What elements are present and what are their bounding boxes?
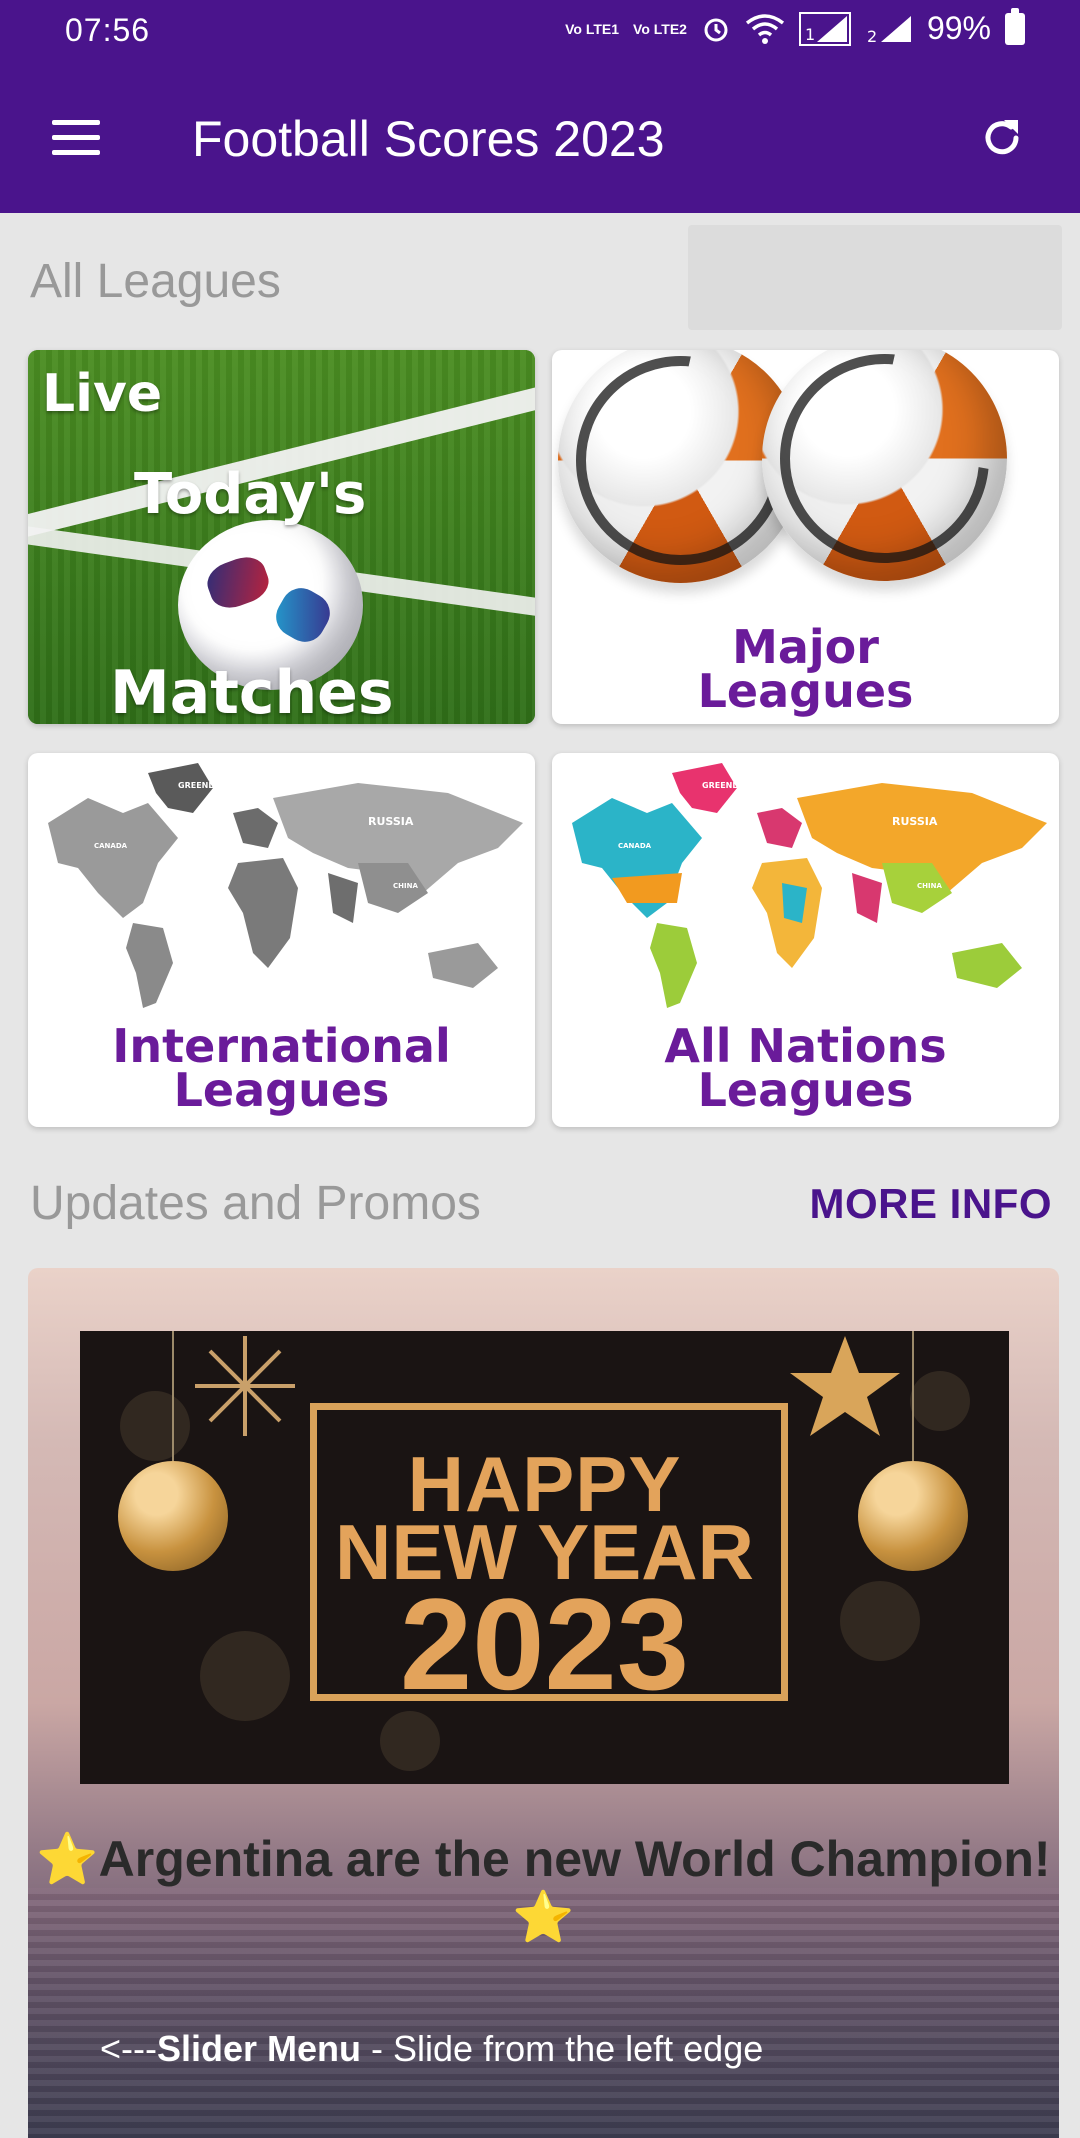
status-bar: 07:56 Vo LTE1 Vo LTE2 1 2 99% [0,0,1080,62]
announcement-star-line: ⭐ [28,1888,1059,1947]
svg-text:CHINA: CHINA [917,882,942,890]
star-icon: ⭐ [36,1831,99,1887]
tile-label-line2: Leagues [173,1063,390,1117]
svg-text:GREENLAND: GREENLAND [702,781,757,790]
slider-hint-rest: - Slide from the left edge [361,2028,764,2069]
sim1-indicator: Vo LTE1 [565,20,620,37]
world-map-color-image: GREENLAND RUSSIA CANADA CHINA [572,763,1047,1008]
signal-sim1-icon: 1 [798,11,851,46]
tile-line-todays: Today's [134,462,367,527]
svg-text:RUSSIA: RUSSIA [368,815,414,828]
signal-sim2-icon: 2 [867,15,911,46]
promo-banner[interactable]: HAPPY NEW YEAR 2023 ⭐Argentina are the n… [28,1268,1059,2138]
tile-all-nations-leagues[interactable]: GREENLAND RUSSIA CANADA CHINA All Nation… [552,753,1059,1127]
svg-text:GREENLAND: GREENLAND [178,781,233,790]
refresh-icon[interactable] [978,114,1026,162]
slider-hint-bold: Slider Menu [157,2028,362,2069]
star-icon: ⭐ [512,1889,575,1945]
more-info-button[interactable]: MORE INFO [810,1180,1053,1228]
slider-hint-arrow: <--- [100,2028,157,2069]
svg-text:1: 1 [805,25,815,44]
top-app-region: 07:56 Vo LTE1 Vo LTE2 1 2 99% Football S… [0,0,1080,213]
wifi-icon [745,13,785,44]
football-image [762,350,1007,581]
alarm-icon [704,18,728,41]
announcement-label: Argentina are the new World Champion! [98,1831,1051,1887]
section-title-updates-promos: Updates and Promos [30,1177,481,1230]
battery-percent: 99% [926,10,991,46]
battery-icon [1005,7,1025,45]
status-time: 07:56 [65,12,151,48]
section-title-all-leagues: All Leagues [30,255,281,308]
sim2-indicator: Vo LTE2 [633,20,687,37]
status-icons: Vo LTE1 Vo LTE2 1 2 99% [565,7,1025,47]
ad-placeholder [688,225,1062,330]
star-icon [790,1336,900,1436]
svg-text:CHINA: CHINA [393,882,418,890]
announcement-text: ⭐Argentina are the new World Champion! [28,1830,1059,1889]
app-title: Football Scores 2023 [192,111,665,167]
svg-text:CANADA: CANADA [618,842,652,850]
slider-menu-hint: <---Slider Menu - Slide from the left ed… [100,2028,763,2070]
svg-text:CANADA: CANADA [94,842,128,850]
world-map-grey-image: GREENLAND RUSSIA CANADA CHINA [48,763,523,1008]
svg-text:RUSSIA: RUSSIA [892,815,938,828]
tile-line-live: Live [42,364,163,424]
banner-line-year: 2023 [399,1571,690,1717]
tile-label-line2: Leagues [697,664,914,718]
new-year-image: HAPPY NEW YEAR 2023 [80,1331,1009,1784]
tile-todays-matches[interactable]: Live Today's Matches [28,350,535,724]
hamburger-menu-icon[interactable] [52,120,100,156]
svg-text:2: 2 [867,27,877,46]
snowflake-icon [195,1336,295,1436]
tile-international-leagues[interactable]: GREENLAND RUSSIA CANADA CHINA Internatio… [28,753,535,1127]
tile-line-matches: Matches [110,658,394,724]
app-bar: Football Scores 2023 [0,62,1080,213]
tile-label-line2: Leagues [697,1063,914,1117]
tile-major-leagues[interactable]: Major Leagues [552,350,1059,724]
